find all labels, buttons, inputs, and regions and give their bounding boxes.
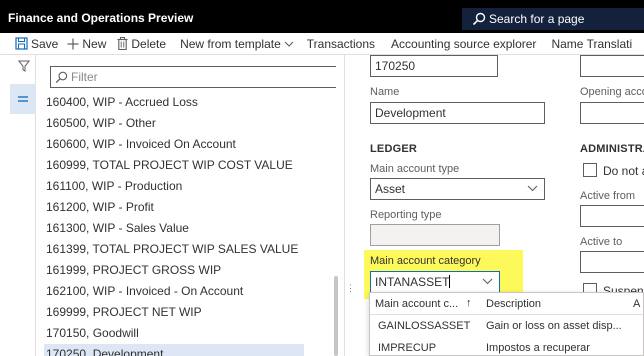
list-item[interactable]: 169999, PROJECT NET WIP (36, 302, 326, 323)
lookup-cell-code: GAINLOSSASSET (378, 320, 471, 332)
filter-placeholder: Filter (71, 70, 98, 84)
main-account-type-label: Main account type (370, 163, 460, 175)
lookup-cell-description: Gain or loss on asset disp... (486, 320, 622, 332)
list-icon (18, 96, 28, 102)
lookup-cell-code: IMPRECUP (378, 342, 437, 354)
reporting-type-label: Reporting type (370, 209, 442, 221)
new-from-template-button[interactable]: New from template (180, 37, 297, 51)
list-item[interactable]: 161399, TOTAL PROJECT WIP SALES VALUE (36, 239, 326, 260)
col-header-label: Description (486, 297, 542, 310)
col-header-label: Main account c... (375, 297, 459, 310)
reporting-type-field (370, 224, 500, 246)
new-from-template-label: New from template (180, 36, 281, 51)
title-bar: Finance and Operations Preview Search fo… (0, 0, 644, 33)
main-account-category-select[interactable]: INTANASSET (370, 271, 500, 293)
lookup-cell-description: Impostos a recuperar (486, 342, 590, 354)
list-side-rail (0, 55, 36, 356)
opening-account-field[interactable] (580, 102, 644, 124)
chevron-down-icon (284, 41, 294, 47)
list-item[interactable]: 160999, TOTAL PROJECT WIP COST VALUE (36, 155, 326, 176)
sort-ascending-icon: ↑ (466, 296, 472, 309)
list-item[interactable]: 161999, PROJECT GROSS WIP (36, 260, 326, 281)
save-label: Save (31, 36, 59, 51)
filter-icon[interactable] (18, 60, 30, 72)
opening-account-label: Opening acco (580, 86, 644, 98)
account-list-pane: Filter 160400, WIP - Accrued Loss 160500… (36, 55, 336, 356)
filter-input[interactable]: Filter (50, 66, 336, 88)
list-view-button[interactable] (10, 84, 36, 114)
lookup-col-description[interactable]: Description (479, 298, 629, 310)
name-translations-button[interactable]: Name Translati (551, 37, 632, 51)
search-icon (472, 12, 486, 26)
plus-icon (67, 38, 79, 49)
list-item[interactable]: 162100, WIP - Invoiced - On Account (36, 281, 326, 302)
save-button[interactable]: Save (15, 37, 58, 51)
name-field[interactable]: Development (370, 102, 545, 124)
active-to-label: Active to (580, 236, 623, 248)
active-from-label: Active from (580, 190, 636, 202)
list-item[interactable]: 170150, Goodwill (36, 323, 326, 344)
do-not-allow-checkbox[interactable] (583, 163, 597, 177)
lookup-header-row: Main account c... ↑ Description A (370, 293, 643, 315)
do-not-allow-label: Do not a (603, 164, 644, 178)
main-account-category-label: Main account category (370, 255, 481, 267)
transactions-button[interactable]: Transactions (307, 37, 375, 51)
app-title: Finance and Operations Preview (8, 11, 194, 25)
list-item[interactable]: 161100, WIP - Production (36, 176, 326, 197)
main-account-type-select[interactable]: Asset (370, 178, 545, 200)
trash-icon (117, 37, 128, 50)
delete-button[interactable]: Delete (117, 37, 166, 51)
lookup-col-main-account-category[interactable]: Main account c... ↑ (370, 296, 479, 310)
name-label: Name (370, 86, 400, 98)
lookup-row[interactable]: GAINLOSSASSET Gain or loss on asset disp… (370, 315, 643, 337)
chevron-down-icon (527, 185, 538, 192)
name-translations-label: Name Translati (551, 36, 633, 51)
transactions-label: Transactions (306, 36, 376, 51)
account-list: 160400, WIP - Accrued Loss 160500, WIP -… (36, 92, 326, 356)
new-label: New (82, 36, 107, 51)
detail-pane: 170250 Name Development Opening acco LED… (345, 55, 644, 356)
list-item-selected[interactable]: 170250, Development (44, 344, 304, 356)
action-toolbar: Save New Delete New from template Transa… (0, 33, 644, 55)
main-account-category-value: INTANASSET (375, 275, 450, 289)
accounting-source-explorer-button[interactable]: Accounting source explorer (391, 37, 536, 51)
list-item[interactable]: 160500, WIP - Other (36, 113, 326, 134)
active-from-field[interactable] (580, 205, 644, 227)
category-lookup-dropdown: Main account c... ↑ Description A GAINLO… (369, 292, 644, 356)
list-item[interactable]: 161300, WIP - Sales Value (36, 218, 326, 239)
search-button[interactable]: Search for a page (462, 8, 644, 30)
active-to-field[interactable] (580, 251, 644, 273)
administration-header: ADMINISTRA (580, 143, 644, 155)
lookup-row[interactable]: IMPRECUP Impostos a recuperar (370, 337, 643, 355)
ledger-header: LEDGER (370, 143, 418, 155)
text-cursor (449, 275, 451, 288)
list-item[interactable]: 161200, WIP - Profit (36, 197, 326, 218)
accounting-source-explorer-label: Accounting source explorer (391, 36, 537, 51)
delete-label: Delete (131, 36, 167, 51)
list-scrollbar[interactable] (334, 276, 338, 356)
list-item[interactable]: 160600, WIP - Invoiced On Account (36, 134, 326, 155)
save-icon (15, 37, 28, 50)
search-label: Search for a page (489, 12, 585, 26)
opening-account-field-top[interactable] (580, 55, 644, 77)
main-account-type-value: Asset (375, 182, 406, 196)
main-account-field[interactable]: 170250 (370, 55, 498, 77)
search-icon (55, 71, 68, 83)
list-item[interactable]: 160400, WIP - Accrued Loss (36, 92, 326, 113)
new-button[interactable]: New (67, 37, 106, 51)
lookup-col-extra[interactable]: A (629, 298, 640, 310)
chevron-down-icon (482, 278, 493, 285)
